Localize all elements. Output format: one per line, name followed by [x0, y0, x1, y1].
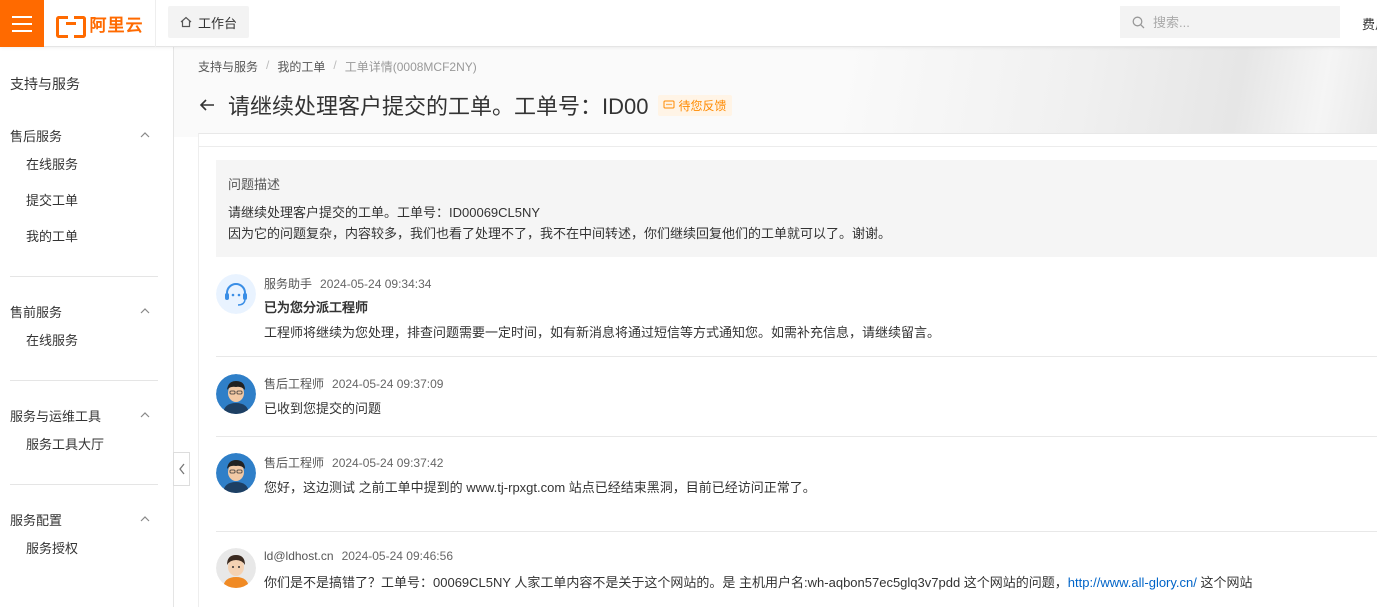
message-item: ld@ldhost.cn 2024-05-24 09:46:56 你们是不是搞错了…	[216, 548, 1377, 608]
user-avatar	[216, 548, 256, 588]
description-line: 因为它的问题复杂，内容较多，我们也看了处理不了，我不在中间转述，你们继续回复他们…	[228, 226, 892, 241]
sidebar-group-after-sales: 售后服务 在线服务 提交工单 我的工单	[10, 123, 158, 255]
card-divider	[199, 146, 1377, 147]
message-link[interactable]: http://www.all-glory.cn/	[1068, 575, 1197, 590]
engineer-avatar	[216, 453, 256, 493]
message-author: ld@ldhost.cn	[264, 549, 334, 563]
message-meta: ld@ldhost.cn 2024-05-24 09:46:56	[264, 549, 453, 563]
sidebar-divider	[10, 484, 158, 485]
sidebar-group-label: 服务与运维工具	[10, 408, 102, 424]
back-arrow-icon[interactable]	[198, 96, 216, 114]
message-text: 工程师将继续为您处理，排查问题需要一定时间，如有新消息将通过短信等方式通知您。如…	[264, 325, 941, 340]
problem-description: 问题描述 请继续处理客户提交的工单。工单号：ID00069CL5NY 因为它的问…	[216, 160, 1377, 257]
sidebar-group-label: 售后服务	[10, 128, 63, 144]
workbench-label: 工作台	[198, 15, 238, 31]
breadcrumb-separator: /	[266, 58, 270, 72]
chevron-up-icon	[140, 412, 150, 418]
message-item: 售后工程师 2024-05-24 09:37:09 已收到您提交的问题	[216, 374, 1377, 434]
sidebar-group-label: 服务配置	[10, 512, 63, 528]
sidebar-collapse-button[interactable]	[173, 452, 190, 486]
sidebar-item-submit-ticket[interactable]: 提交工单	[10, 183, 158, 219]
sidebar-group-header[interactable]: 售前服务	[10, 299, 158, 323]
message-icon	[663, 100, 675, 109]
message-text-part: 你们是不是搞错了？工单号：00069CL5NY 人家工单内容不是关于这个网站的。…	[264, 575, 1068, 590]
breadcrumb-separator: /	[333, 58, 337, 72]
fee-menu[interactable]: 费用	[1362, 14, 1377, 33]
sidebar-item-tools-hall[interactable]: 服务工具大厅	[10, 427, 158, 463]
chevron-up-icon	[140, 132, 150, 138]
search-input[interactable]	[1153, 14, 1323, 30]
breadcrumb-current: 工单详情(0008MCF2NY)	[344, 60, 477, 74]
search-box[interactable]	[1120, 6, 1340, 38]
message-time: 2024-05-24 09:37:09	[332, 377, 444, 391]
page-title-row: 请继续处理客户提交的工单。工单号：ID00 待您反馈	[198, 89, 732, 121]
message-time: 2024-05-24 09:37:42	[332, 456, 444, 470]
message-author: 服务助手	[264, 277, 313, 291]
message-author: 售后工程师	[264, 456, 325, 470]
message-headline: 已为您分派工程师	[264, 300, 369, 315]
status-badge: 待您反馈	[658, 94, 732, 116]
sidebar-item-my-tickets[interactable]: 我的工单	[10, 219, 158, 255]
message-author: 售后工程师	[264, 377, 325, 391]
message-item: 售后工程师 2024-05-24 09:37:42 您好，这边测试 之前工单中提到…	[216, 453, 1377, 513]
message-meta: 售后工程师 2024-05-24 09:37:42	[264, 454, 443, 471]
workbench-button[interactable]: 工作台	[168, 6, 250, 38]
sidebar-group-header[interactable]: 服务配置	[10, 507, 158, 531]
message-divider	[216, 356, 1377, 357]
message-time: 2024-05-24 09:46:56	[341, 549, 453, 563]
breadcrumb: 支持与服务 / 我的工单 / 工单详情(0008MCF2NY)	[198, 58, 477, 75]
message-meta: 服务助手 2024-05-24 09:34:34	[264, 275, 431, 292]
sidebar-divider	[10, 276, 158, 277]
engineer-avatar	[216, 374, 256, 414]
chevron-up-icon	[140, 308, 150, 314]
message-text: 你们是不是搞错了？工单号：00069CL5NY 人家工单内容不是关于这个网站的。…	[264, 572, 1253, 591]
message-item: 服务助手 2024-05-24 09:34:34 已为您分派工程师 工程师将继续为…	[216, 274, 1377, 354]
sidebar-item-service-auth[interactable]: 服务授权	[10, 531, 158, 567]
chevron-up-icon	[140, 516, 150, 522]
sidebar-group-pre-sales: 售前服务 在线服务	[10, 299, 158, 359]
logo-text: 阿里云	[89, 16, 144, 35]
message-time: 2024-05-24 09:34:34	[320, 277, 432, 291]
sidebar: 支持与服务 售后服务 在线服务 提交工单 我的工单 售前服务 在线服务 服务与运…	[0, 47, 174, 607]
logo[interactable]: 阿里云	[44, 0, 156, 47]
message-text: 已收到您提交的问题	[264, 401, 382, 416]
top-bar: 阿里云 工作台 费用	[0, 0, 1377, 47]
sidebar-group-header[interactable]: 售后服务	[10, 123, 158, 147]
chevron-left-icon	[178, 463, 185, 475]
page-title: 请继续处理客户提交的工单。工单号：ID00	[228, 94, 649, 119]
sidebar-group-ops-tools: 服务与运维工具 服务工具大厅	[10, 403, 158, 463]
description-label: 问题描述	[228, 177, 281, 192]
search-icon	[1132, 16, 1145, 28]
page-header: 支持与服务 / 我的工单 / 工单详情(0008MCF2NY) 请继续处理客户提…	[174, 47, 1377, 137]
description-line: 请继续处理客户提交的工单。工单号：ID00069CL5NY	[228, 205, 541, 220]
breadcrumb-item[interactable]: 支持与服务	[198, 58, 258, 75]
ticket-detail-card: 问题描述 请继续处理客户提交的工单。工单号：ID00069CL5NY 因为它的问…	[198, 133, 1377, 607]
message-text: 您好，这边测试 之前工单中提到的 www.tj-rpxgt.com 站点已经结束…	[264, 480, 816, 495]
sidebar-divider	[10, 380, 158, 381]
message-text-part: 这个网站	[1196, 575, 1253, 590]
aliyun-logo-icon	[55, 15, 86, 38]
status-text: 待您反馈	[678, 98, 727, 113]
sidebar-title: 支持与服务	[10, 76, 80, 92]
sidebar-group-service-config: 服务配置 服务授权	[10, 507, 158, 567]
sidebar-item-presales-online-service[interactable]: 在线服务	[10, 323, 158, 359]
sidebar-item-online-service[interactable]: 在线服务	[10, 147, 158, 183]
home-icon	[180, 16, 192, 28]
message-divider	[216, 531, 1377, 532]
sidebar-group-label: 售前服务	[10, 304, 63, 320]
sidebar-group-header[interactable]: 服务与运维工具	[10, 403, 158, 427]
message-meta: 售后工程师 2024-05-24 09:37:09	[264, 375, 443, 392]
assistant-avatar	[216, 274, 256, 314]
message-divider	[216, 436, 1377, 437]
breadcrumb-item[interactable]: 我的工单	[277, 58, 325, 75]
menu-icon[interactable]	[0, 0, 44, 47]
